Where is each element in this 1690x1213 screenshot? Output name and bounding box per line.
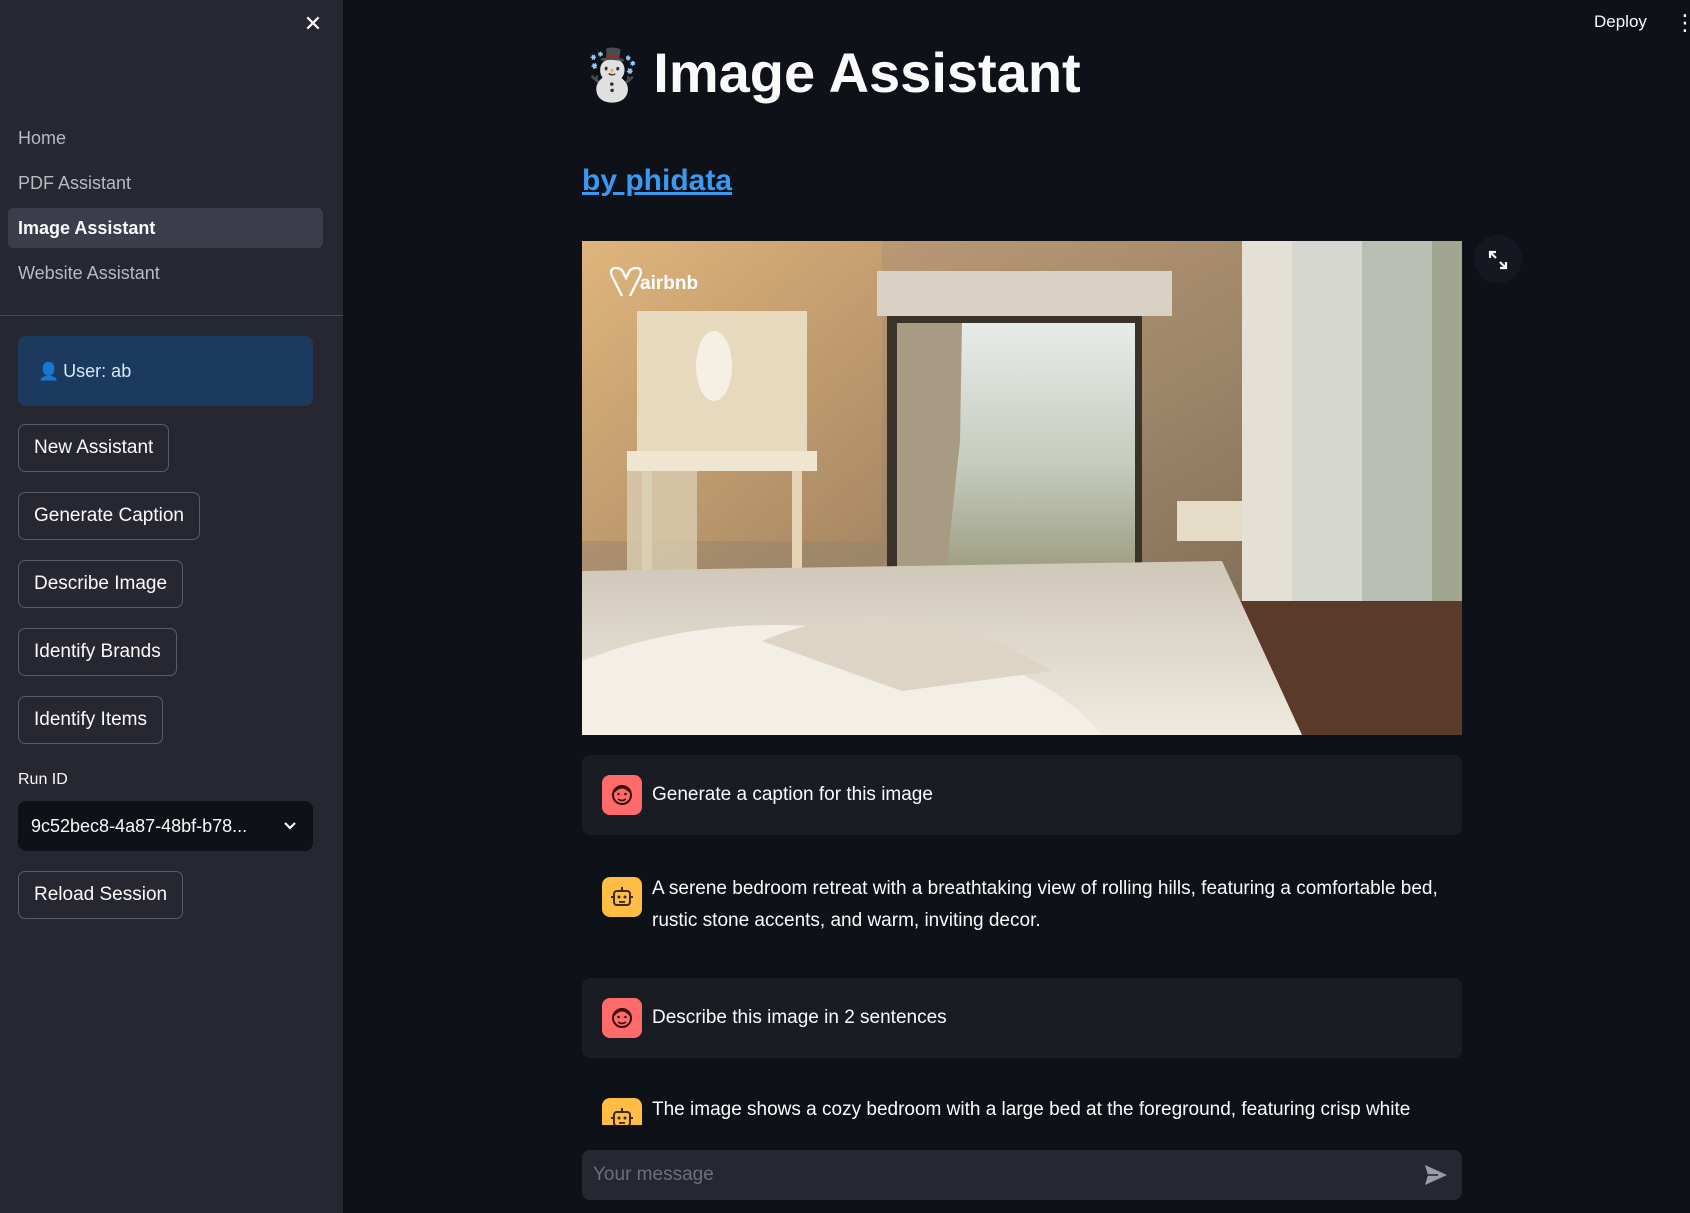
user-avatar-icon: [602, 775, 642, 815]
nav-item-home[interactable]: Home: [8, 118, 323, 158]
sidebar-divider: [0, 315, 343, 316]
nav-item-image-assistant[interactable]: Image Assistant: [8, 208, 323, 248]
user-label: User: ab: [63, 361, 132, 381]
identify-brands-button[interactable]: Identify Brands: [18, 628, 177, 676]
chat-input[interactable]: [582, 1150, 1462, 1200]
close-sidebar-icon[interactable]: ✕: [301, 12, 325, 36]
svg-text:airbnb: airbnb: [640, 273, 698, 294]
chat-message-assistant: A serene bedroom retreat with a breathta…: [582, 857, 1462, 967]
sidebar: ✕ Home PDF Assistant Image Assistant Web…: [0, 0, 343, 1213]
reload-session-button[interactable]: Reload Session: [18, 871, 184, 919]
run-id-select[interactable]: 9c52bec8-4a87-48bf-b78...: [18, 801, 313, 851]
page-title: ☃️ Image Assistant: [581, 40, 1081, 105]
page-title-text: Image Assistant: [653, 41, 1081, 104]
fullscreen-icon[interactable]: [1474, 235, 1522, 283]
robot-avatar-icon: [602, 877, 642, 917]
identify-items-button[interactable]: Identify Items: [18, 696, 163, 744]
snowman-icon: ☃️: [581, 47, 644, 103]
message-text: The image shows a cozy bedroom with a la…: [652, 1099, 1411, 1120]
user-info-box: 👤 User: ab: [18, 336, 313, 406]
chat-message-user: Generate a caption for this image: [582, 755, 1462, 835]
robot-avatar-icon: [602, 1098, 642, 1125]
nav-item-pdf-assistant[interactable]: PDF Assistant: [8, 163, 323, 203]
message-text: A serene bedroom retreat with a breathta…: [652, 878, 1438, 931]
message-text: Describe this image in 2 sentences: [652, 1007, 947, 1028]
more-options-icon[interactable]: ⋮: [1674, 12, 1690, 36]
describe-image-button[interactable]: Describe Image: [18, 560, 184, 608]
user-icon: 👤: [38, 362, 60, 381]
byline-link[interactable]: by phidata: [582, 164, 732, 198]
new-assistant-button[interactable]: New Assistant: [18, 424, 170, 472]
uploaded-image: airbnb: [582, 241, 1462, 735]
chat-message-assistant: The image shows a cozy bedroom with a la…: [582, 1080, 1462, 1125]
message-text: Generate a caption for this image: [652, 784, 933, 805]
chat-message-user: Describe this image in 2 sentences: [582, 978, 1462, 1058]
sidebar-nav: Home PDF Assistant Image Assistant Websi…: [8, 118, 323, 298]
send-icon[interactable]: [1422, 1161, 1450, 1189]
deploy-button[interactable]: Deploy: [1594, 12, 1647, 32]
bedroom-photo: airbnb: [582, 241, 1462, 735]
nav-item-website-assistant[interactable]: Website Assistant: [8, 253, 323, 293]
run-id-label: Run ID: [18, 771, 68, 788]
run-id-value: 9c52bec8-4a87-48bf-b78...: [31, 816, 248, 836]
generate-caption-button[interactable]: Generate Caption: [18, 492, 200, 540]
user-avatar-icon: [602, 998, 642, 1038]
chevron-down-icon: [283, 801, 297, 851]
